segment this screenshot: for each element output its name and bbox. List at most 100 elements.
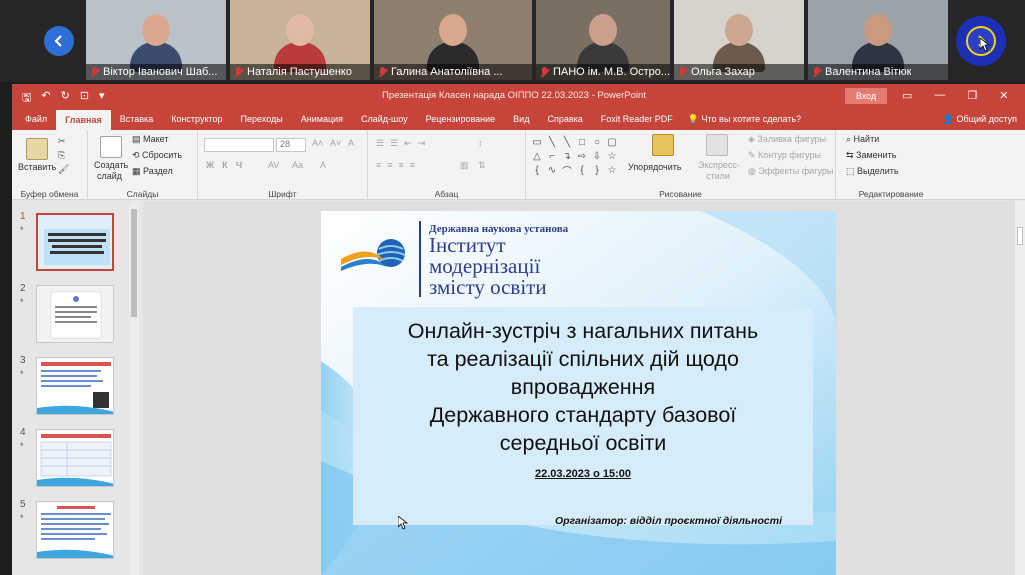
paste-button[interactable]: Вставить: [18, 162, 56, 172]
line-shape-icon[interactable]: ╲: [545, 136, 559, 149]
select-button[interactable]: ⬚ Выделить: [846, 166, 899, 177]
section-button[interactable]: ▦ Раздел: [132, 166, 173, 177]
tab-insert[interactable]: Вставка: [111, 108, 162, 130]
clipboard-group: Вставить ✂ ⎘ 🖌 Буфер обмена: [12, 130, 88, 200]
shape-effects-button[interactable]: ◍ Эффекты фигуры: [748, 166, 833, 177]
brace-shape-icon[interactable]: {: [530, 164, 544, 177]
participant-tile[interactable]: ПАНО ім. М.В. Остро...: [536, 0, 670, 80]
tab-help[interactable]: Справка: [538, 108, 591, 130]
arrow-right-icon[interactable]: ⇨: [575, 150, 589, 163]
participant-tile[interactable]: Валентина Вітюк: [808, 0, 948, 80]
tab-file[interactable]: Файл: [16, 108, 56, 130]
participant-name: Наталія Пастушенко: [247, 66, 352, 78]
cut-icon[interactable]: ✂: [58, 136, 66, 147]
slide-star: *: [20, 225, 24, 235]
scrollbar-thumb[interactable]: [1017, 227, 1023, 245]
slide-title-textbox[interactable]: Онлайн-зустріч з нагальних питань та реа…: [353, 307, 813, 525]
share-button[interactable]: 👤 Общий доступ: [943, 108, 1017, 130]
brace-shape-icon[interactable]: {: [575, 164, 589, 177]
arrange-button[interactable]: Упорядочить: [628, 162, 682, 172]
participant-tile[interactable]: Наталія Пастушенко: [230, 0, 370, 80]
copy-icon[interactable]: ⎘: [58, 150, 65, 161]
quick-styles-icon[interactable]: [706, 134, 728, 156]
rounded-rect-icon[interactable]: ▢: [605, 136, 619, 149]
participant-tile[interactable]: Ольга Захар: [674, 0, 804, 80]
thumbnail-preview: [37, 502, 113, 558]
layout-button[interactable]: ▤ Макет: [132, 134, 169, 145]
tab-transitions[interactable]: Переходы: [232, 108, 292, 130]
replace-button[interactable]: ⇆ Заменить: [846, 150, 897, 161]
participant-tile[interactable]: Галина Анатоліївна ...: [374, 0, 532, 80]
bold-italic-underline-icons[interactable]: ЖКЧ: [206, 160, 250, 170]
slideshow-start-icon[interactable]: ⊡: [80, 89, 89, 108]
slide-scrollbar[interactable]: [1015, 201, 1025, 575]
columns-icon[interactable]: ▥: [460, 160, 469, 171]
group-label: Редактирование: [858, 189, 924, 199]
star-shape-icon[interactable]: ☆: [605, 150, 619, 163]
oval-shape-icon[interactable]: ○: [590, 136, 604, 149]
tab-animations[interactable]: Анимация: [292, 108, 352, 130]
find-button[interactable]: ⌕ Найти: [846, 134, 879, 145]
participant-tile[interactable]: Віктор Іванович Шаб...: [86, 0, 226, 80]
slides-group: Создать слайд ▤ Макет ⟲ Сбросить ▦ Разде…: [88, 130, 198, 200]
new-slide-icon[interactable]: [100, 136, 122, 158]
participant-video: [713, 8, 765, 72]
minimize-icon[interactable]: —: [934, 89, 945, 102]
connector-icon[interactable]: ↴: [560, 150, 574, 163]
increase-font-icon[interactable]: A˄: [312, 138, 323, 148]
quick-styles-button[interactable]: Экспресс-: [698, 160, 740, 170]
brace-shape-icon[interactable]: }: [590, 164, 604, 177]
save-icon[interactable]: 🖫: [22, 89, 31, 108]
text-direction-icon[interactable]: ⇅: [478, 160, 486, 171]
previous-participants-button[interactable]: [44, 26, 74, 56]
change-case-icon[interactable]: Aa: [292, 160, 303, 170]
arrange-icon[interactable]: [652, 134, 674, 156]
textbox-shape-icon[interactable]: ▭: [530, 136, 544, 149]
arc-shape-icon[interactable]: ⌒: [560, 164, 574, 178]
new-slide-button-line2[interactable]: слайд: [97, 171, 122, 181]
rect-shape-icon[interactable]: □: [575, 136, 589, 149]
font-group: 28 A˄ A˅ A ЖКЧ AV Aa A Шрифт: [198, 130, 368, 200]
font-size-input[interactable]: 28: [276, 138, 306, 152]
quick-styles-button-line2[interactable]: стили: [706, 171, 730, 181]
format-painter-icon[interactable]: 🖌: [58, 164, 69, 175]
font-name-input[interactable]: [204, 138, 274, 152]
align-icons[interactable]: ≡≡≡≡: [376, 160, 421, 170]
shape-fill-button[interactable]: ◈ Заливка фигуры: [748, 134, 826, 145]
paste-icon[interactable]: [26, 138, 48, 160]
new-slide-button[interactable]: Создать: [94, 160, 128, 170]
tell-me-box[interactable]: 💡 Что вы хотите сделать?: [688, 108, 801, 130]
ribbon-display-icon[interactable]: ▭: [902, 89, 912, 102]
redo-icon[interactable]: ↻: [61, 89, 70, 108]
tab-foxit[interactable]: Foxit Reader PDF: [592, 108, 682, 130]
line-spacing-icon[interactable]: ↕: [478, 138, 483, 148]
thumbnail-preview: [38, 215, 112, 269]
sign-in-button[interactable]: Вход: [845, 88, 887, 104]
tab-design[interactable]: Конструктор: [162, 108, 231, 130]
tab-slideshow[interactable]: Слайд-шоу: [352, 108, 417, 130]
tab-review[interactable]: Рецензирование: [417, 108, 505, 130]
clear-format-icon[interactable]: A: [348, 138, 354, 148]
thumbnails-scrollbar[interactable]: [129, 201, 139, 575]
triangle-shape-icon[interactable]: △: [530, 150, 544, 163]
reset-button[interactable]: ⟲ Сбросить: [132, 150, 182, 161]
font-color-icon[interactable]: A: [320, 160, 326, 170]
maximize-icon[interactable]: ❐: [967, 89, 977, 102]
shape-outline-button[interactable]: ✎ Контур фигуры: [748, 150, 821, 161]
elbow-shape-icon[interactable]: ⌐: [545, 150, 559, 163]
tab-home[interactable]: Главная: [56, 110, 111, 130]
shapes-gallery[interactable]: ▭ ╲ ╲ □ ○ ▢ △ ⌐ ↴ ⇨ ⇩ ☆ {∿ ⌒{} ☆: [530, 136, 622, 178]
tell-me-text: Что вы хотите сделать?: [701, 114, 802, 124]
qat-dropdown-icon[interactable]: ▾: [99, 89, 105, 108]
arrow-down-icon[interactable]: ⇩: [590, 150, 604, 163]
star-shape-icon[interactable]: ☆: [605, 164, 619, 177]
curve-shape-icon[interactable]: ∿: [545, 164, 559, 177]
close-icon[interactable]: ✕: [999, 89, 1008, 102]
line-shape-icon[interactable]: ╲: [560, 136, 574, 149]
undo-icon[interactable]: ↶: [41, 89, 50, 108]
tab-view[interactable]: Вид: [504, 108, 538, 130]
list-icons[interactable]: ☰☰⇤⇥: [376, 138, 431, 149]
scrollbar-thumb[interactable]: [131, 209, 137, 317]
decrease-font-icon[interactable]: A˅: [330, 138, 341, 148]
char-spacing-icon[interactable]: AV: [268, 160, 279, 170]
